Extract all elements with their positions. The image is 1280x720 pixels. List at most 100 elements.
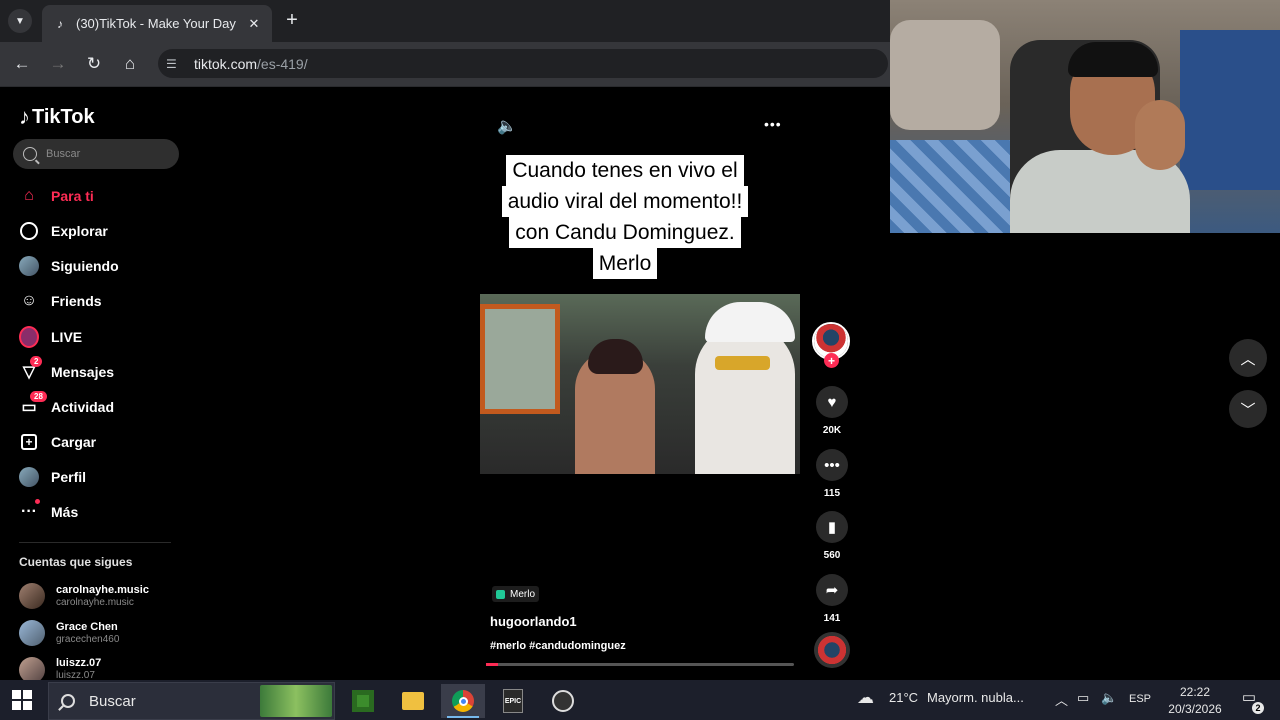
location-label: Merlo <box>510 588 536 600</box>
activity-badge: 28 <box>30 391 47 402</box>
sidebar-item-actividad[interactable]: ▭ 28 Actividad <box>19 391 189 420</box>
forward-icon[interactable]: → <box>45 52 71 76</box>
caption-line: audio viral del momento!! <box>501 186 749 217</box>
comment-count: 115 <box>823 488 841 499</box>
video-progress-bar[interactable] <box>486 663 794 666</box>
weather-temp[interactable]: 21°C <box>889 690 918 705</box>
webcam-overlay <box>890 0 1280 233</box>
search-highlight-image <box>260 685 332 717</box>
volume-icon[interactable]: 🔈 <box>497 116 517 136</box>
back-icon[interactable]: ← <box>9 52 35 76</box>
video-hashtags[interactable]: #merlo #candudominguez <box>490 640 626 652</box>
weather-icon[interactable]: ☁ <box>857 688 874 708</box>
comment-icon[interactable]: ••• <box>816 449 848 481</box>
new-tab-button[interactable]: + <box>280 8 304 32</box>
minecraft-icon[interactable] <box>341 684 385 718</box>
sidebar-item-explorar[interactable]: Explorar <box>19 218 189 244</box>
account-handle: gracechen460 <box>56 633 120 645</box>
avatar <box>19 620 45 646</box>
site-info-icon[interactable]: ☰ <box>166 57 184 71</box>
progress-fill <box>486 663 499 666</box>
location-tag[interactable]: Merlo <box>492 586 540 602</box>
caption-line: con Candu Dominguez. <box>509 217 741 248</box>
sidebar-item-live[interactable]: LIVE <box>19 324 189 350</box>
sidebar-item-label: Friends <box>51 293 102 309</box>
save-count: 560 <box>823 550 841 561</box>
more-icon: ··· <box>19 499 40 522</box>
sound-disc-icon[interactable] <box>814 632 850 668</box>
video-author[interactable]: hugoorlando1 <box>490 614 577 629</box>
notification-dot <box>35 499 40 504</box>
address-bar[interactable]: ☰ tiktok.com/es-419/ <box>158 49 888 78</box>
share-action[interactable]: ➦ 141 <box>812 574 852 624</box>
sidebar-item-label: LIVE <box>51 329 83 345</box>
sidebar-item-para-ti[interactable]: ⌂ Para ti <box>19 183 189 209</box>
account-name: luiszz.07 <box>56 657 102 669</box>
file-explorer-icon[interactable] <box>391 684 435 718</box>
epic-games-icon[interactable]: EPIC <box>491 684 535 718</box>
follow-plus-icon[interactable]: + <box>824 353 839 368</box>
system-clock[interactable]: 22:22 20/3/2026 <box>1160 684 1230 718</box>
obs-icon[interactable] <box>541 684 585 718</box>
sidebar-item-cargar[interactable]: + Cargar <box>19 429 189 455</box>
messages-icon: ▽ 2 <box>19 356 43 382</box>
account-handle: luiszz.07 <box>56 670 95 680</box>
sidebar-item-friends[interactable]: ☺ Friends <box>19 288 189 314</box>
tiktok-logo[interactable]: ♪ TikTok <box>19 104 95 130</box>
heart-icon[interactable]: ♥ <box>816 386 848 418</box>
more-options-icon[interactable]: ••• <box>764 116 784 136</box>
share-icon[interactable]: ➦ <box>816 574 848 606</box>
search-input[interactable]: Buscar <box>13 139 179 169</box>
messages-badge: 2 <box>30 356 43 367</box>
activity-icon: ▭ 28 <box>19 391 47 417</box>
sidebar-item-siguiendo[interactable]: Siguiendo <box>19 253 189 279</box>
next-video-button[interactable]: ﹀ <box>1229 390 1267 428</box>
tab-search-button[interactable]: ▼ <box>8 9 32 33</box>
search-icon <box>23 147 37 161</box>
previous-video-button[interactable]: ︿ <box>1229 339 1267 377</box>
chrome-icon[interactable] <box>441 684 485 718</box>
windows-start-icon[interactable] <box>12 690 32 710</box>
clock-date: 20/3/2026 <box>1168 702 1222 716</box>
sidebar-item-perfil[interactable]: Perfil <box>19 464 189 490</box>
comment-action[interactable]: ••• 115 <box>812 449 852 499</box>
browser-tab[interactable]: ♪ (30)TikTok - Make Your Day ✕ <box>42 5 272 42</box>
following-account[interactable]: luiszz.07 luiszz.07 <box>19 655 189 680</box>
tiktok-note-icon: ♪ <box>19 104 30 129</box>
volume-icon[interactable]: 🔈 <box>1101 690 1117 706</box>
profile-icon <box>19 467 39 487</box>
following-account[interactable]: Grace Chen gracechen460 <box>19 618 189 648</box>
save-action[interactable]: ▮ 560 <box>812 511 852 561</box>
bookmark-icon[interactable]: ▮ <box>816 511 848 543</box>
like-action[interactable]: ♥ 20K <box>812 386 852 436</box>
caption-line: Cuando tenes en vivo el <box>506 155 744 186</box>
clock-time: 22:22 <box>1179 685 1211 699</box>
avatar <box>19 657 45 680</box>
home-icon: ⌂ <box>24 187 34 204</box>
sidebar-item-mas[interactable]: ··· Más <box>19 499 189 525</box>
close-tab-icon[interactable]: ✕ <box>246 16 262 32</box>
sidebar-item-label: Actividad <box>51 399 115 415</box>
account-handle: carolnayhe.music <box>56 596 134 608</box>
sidebar-item-mensajes[interactable]: ▽ 2 Mensajes <box>19 356 189 385</box>
show-hidden-icons-icon[interactable]: ︿ <box>1055 690 1068 709</box>
home-icon[interactable]: ⌂ <box>117 52 143 76</box>
live-icon <box>19 326 39 348</box>
network-icon[interactable]: ▭ <box>1077 690 1089 706</box>
notification-center-icon[interactable]: ▭ 2 <box>1238 688 1264 714</box>
following-avatar-icon <box>19 256 39 276</box>
weather-text[interactable]: Mayorm. nubla... <box>927 690 1024 705</box>
language-indicator[interactable]: ESP <box>1129 693 1151 705</box>
reload-icon[interactable]: ↻ <box>81 52 107 76</box>
sidebar-item-label: Siguiendo <box>51 258 119 274</box>
friends-icon: ☺ <box>20 292 38 309</box>
location-pin-icon <box>496 589 505 599</box>
taskbar-search-input[interactable]: Buscar <box>48 682 335 720</box>
upload-icon: + <box>19 432 39 452</box>
following-account[interactable]: carolnayhe.music carolnayhe.music <box>19 581 189 611</box>
sidebar-item-label: Explorar <box>51 223 108 239</box>
following-section-title: Cuentas que sigues <box>19 555 133 569</box>
sidebar-item-label: Para ti <box>51 188 94 204</box>
logo-text: TikTok <box>32 105 95 128</box>
taskbar-search-placeholder: Buscar <box>89 692 136 710</box>
